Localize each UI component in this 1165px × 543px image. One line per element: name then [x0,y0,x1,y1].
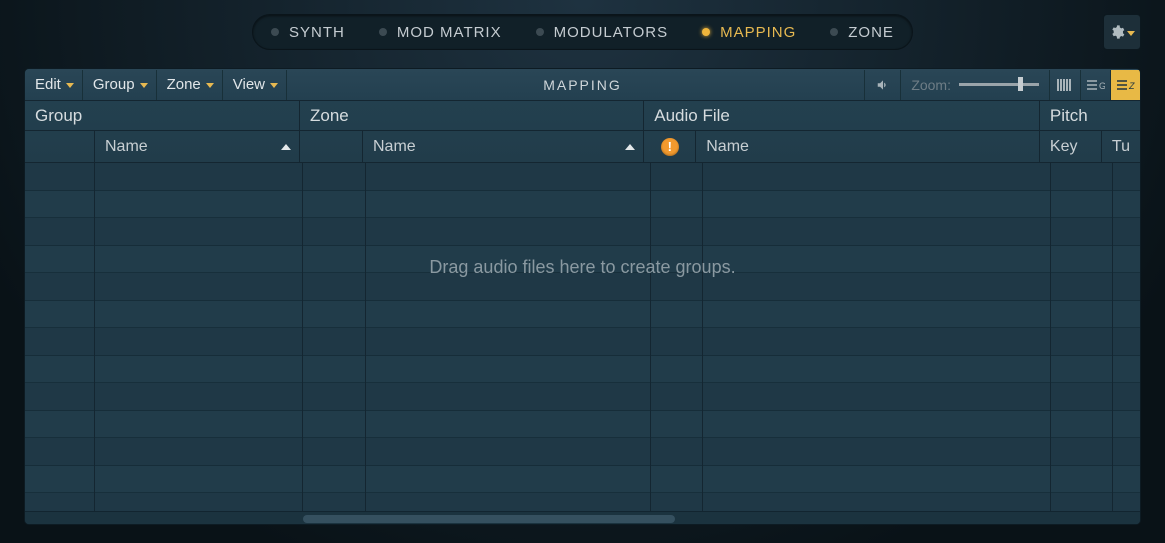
grid-rows [25,163,1140,524]
settings-button[interactable] [1103,14,1141,50]
view-keyboard-button[interactable] [1050,70,1080,100]
tab-dot-icon [536,28,544,36]
tab-modulators[interactable]: MODULATORS [536,24,668,41]
svg-text:Z: Z [1128,81,1135,91]
mapping-panel: Edit Group Zone View MAPPING Zoom: [24,68,1141,525]
tab-zone[interactable]: ZONE [830,24,894,41]
menu-view[interactable]: View [223,70,287,100]
scrollbar-thumb[interactable] [303,515,675,523]
view-zone-button[interactable]: Z [1110,70,1140,100]
grid-row [25,438,1140,466]
column-audio-file: Audio File ! Name [644,101,1040,162]
zoom-control[interactable]: Zoom: [900,70,1049,100]
tab-label: MODULATORS [554,24,668,41]
gear-icon [1109,24,1125,40]
menu-group[interactable]: Group [83,70,157,100]
grid-row [25,411,1140,439]
grid-row [25,301,1140,329]
grid-row [25,163,1140,191]
tab-mod-matrix[interactable]: MOD MATRIX [379,24,502,41]
svg-text:G: G [1099,81,1105,91]
tab-dot-icon [702,28,710,36]
menu-label: Group [93,76,135,93]
tab-dot-icon [271,28,279,36]
sub-column-audio-status[interactable]: ! [644,131,696,162]
grid-row [25,466,1140,494]
chevron-down-icon [206,83,214,88]
header-group[interactable]: Group [25,101,299,131]
sub-column-group-name[interactable]: Name [95,131,299,162]
chevron-down-icon [270,83,278,88]
column-zone: Zone Name [300,101,644,162]
sort-ascending-icon [625,144,635,150]
tab-synth[interactable]: SYNTH [271,24,345,41]
chevron-down-icon [1127,31,1135,36]
grid-row [25,356,1140,384]
sort-ascending-icon [281,144,291,150]
toolbar-right: Zoom: G Z [864,69,1140,100]
tab-label: ZONE [848,24,894,41]
grid-row [25,273,1140,301]
horizontal-scrollbar[interactable] [25,511,1140,524]
header-pitch[interactable]: Pitch [1040,101,1140,131]
column-pitch: Pitch Key Tu [1040,101,1140,162]
sub-column-audio-name[interactable]: Name [696,131,1039,162]
audition-button[interactable] [864,70,900,100]
sub-column-zone-blank[interactable] [300,131,363,162]
toolbar-title: MAPPING [543,77,622,93]
header-audio-file[interactable]: Audio File [644,101,1039,131]
chevron-down-icon [66,83,74,88]
sub-column-pitch-key[interactable]: Key [1040,131,1102,162]
sub-column-label: Name [373,138,416,156]
sub-column-pitch-tune[interactable]: Tu [1102,131,1140,162]
zone-view-icon: Z [1117,79,1135,91]
grid-row [25,328,1140,356]
zoom-slider-handle[interactable] [1018,77,1023,91]
speaker-icon [874,78,892,92]
warning-icon: ! [661,138,679,156]
menu-edit[interactable]: Edit [25,70,83,100]
tab-label: SYNTH [289,24,345,41]
menu-label: Zone [167,76,201,93]
column-headers: Group Name Zone Name Audio File [25,101,1140,163]
mapping-grid[interactable]: Drag audio files here to create groups. [25,163,1140,524]
group-view-icon: G [1087,79,1105,91]
sub-column-label: Name [706,138,749,156]
menu-group: Edit Group Zone View [25,70,287,100]
grid-row [25,218,1140,246]
view-mode-buttons: G Z [1049,70,1140,100]
grid-row [25,383,1140,411]
sub-column-label: Tu [1112,138,1130,156]
chevron-down-icon [140,83,148,88]
header-zone[interactable]: Zone [300,101,643,131]
sub-column-label: Name [105,138,148,156]
tab-dot-icon [379,28,387,36]
sub-column-zone-name[interactable]: Name [363,131,643,162]
keyboard-view-icon [1057,79,1073,91]
column-group: Group Name [25,101,300,162]
tab-rail: SYNTH MOD MATRIX MODULATORS MAPPING ZONE [252,14,913,50]
mapping-toolbar: Edit Group Zone View MAPPING Zoom: [25,69,1140,101]
tab-mapping[interactable]: MAPPING [702,24,796,41]
menu-label: View [233,76,265,93]
grid-row [25,191,1140,219]
grid-row [25,246,1140,274]
zoom-label: Zoom: [911,77,951,93]
zoom-slider-track[interactable] [959,83,1039,86]
tab-label: MOD MATRIX [397,24,502,41]
view-group-button[interactable]: G [1080,70,1110,100]
tab-label: MAPPING [720,24,796,41]
menu-zone[interactable]: Zone [157,70,223,100]
top-tab-bar: SYNTH MOD MATRIX MODULATORS MAPPING ZONE [0,14,1165,50]
menu-label: Edit [35,76,61,93]
sub-column-label: Key [1050,138,1078,156]
sub-column-group-blank[interactable] [25,131,95,162]
tab-dot-icon [830,28,838,36]
